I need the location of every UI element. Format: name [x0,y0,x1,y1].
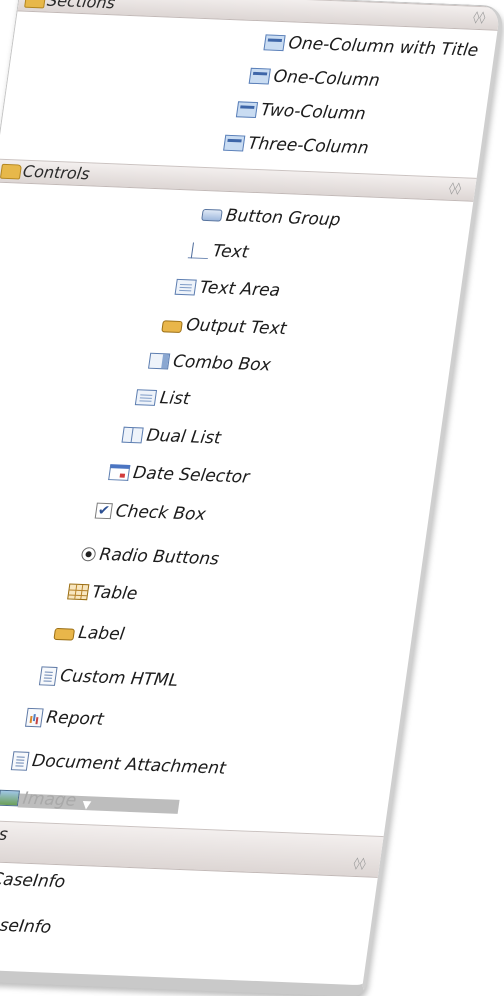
list-icon [134,389,158,406]
item-label: Button Group [224,205,342,231]
palette-item-three-column[interactable]: Three-Column [222,130,370,162]
item-label: Label [77,622,126,645]
date-selector-icon [108,464,131,481]
palette-item-caseinfo-variable[interactable]: caseInfo [0,911,53,941]
report-icon [25,707,44,727]
palette-item-date-selector[interactable]: Date Selector [107,459,251,490]
item-label: Date Selector [131,463,251,488]
table-icon [67,583,90,601]
sections-title: Sections [45,0,117,13]
label-icon [53,627,76,641]
palette-item-text[interactable]: Text [187,237,250,265]
variables-title: Variables [0,821,10,845]
item-label: List [158,388,192,410]
palette-item-custom-html[interactable]: Custom HTML [38,662,180,693]
output-text-icon [161,320,183,333]
folder-icon [24,0,47,9]
palette-item-button-group[interactable]: Button Group [200,202,342,233]
radio-button-icon [80,547,97,562]
double-chevron-icon[interactable]: ◊◊ [353,856,367,870]
item-label: Custom HTML [58,666,180,691]
document-icon [10,750,30,771]
palette-item-one-column-with-title[interactable]: One-Column with Title [263,29,480,63]
item-label: Text Area [198,277,282,301]
combo-box-icon [148,352,171,370]
palette-item-check-box[interactable]: ✔ Check Box [94,498,207,528]
item-label: Three-Column [246,133,370,159]
controls-title: Controls [21,161,91,184]
palette-item-radio-buttons[interactable]: Radio Buttons [80,541,221,572]
layout-icon [223,134,246,152]
item-label: One-Column [272,66,382,91]
folder-icon [0,163,22,180]
palette-item-one-column[interactable]: One-Column [248,63,382,94]
dual-list-icon [121,426,144,444]
item-label: Check Box [114,501,208,525]
item-label: Image [21,788,78,811]
text-area-icon [174,278,197,296]
item-label: Radio Buttons [98,544,221,570]
palette-item-label[interactable]: Label [53,619,127,648]
item-label: Text [211,241,250,263]
item-label: CaseInfo [0,869,67,893]
palette-item-two-column[interactable]: Two-Column [235,96,367,127]
double-chevron-icon[interactable]: ◊◊ [472,10,486,24]
controls-header[interactable]: Controls ◊◊ [0,158,477,202]
palette-item-combo-box[interactable]: Combo Box [147,348,272,379]
palette-item-caseinfo-input[interactable]: CaseInfo [0,866,67,896]
palette-item-document-attachment[interactable]: Document Attachment [10,747,227,781]
palette-panel: Sections ◊◊ One-Column with Title One-Co… [0,0,504,996]
item-label: Dual List [145,425,223,449]
item-label: Report [44,707,105,730]
item-label: Table [90,582,139,605]
item-label: Combo Box [171,351,273,376]
layout-icon [248,67,271,85]
item-label: Document Attachment [30,751,228,779]
palette-item-report[interactable]: Report [25,704,106,733]
item-label: One-Column with Title [287,33,480,61]
layout-icon [235,101,259,118]
checkbox-icon: ✔ [94,502,113,520]
item-label: caseInfo [0,914,53,938]
sections-header[interactable]: Sections ◊◊ [17,0,501,31]
double-chevron-icon[interactable]: ◊◊ [448,181,462,195]
button-group-icon [201,208,223,222]
palette-item-list[interactable]: List [134,384,191,412]
custom-html-icon [38,665,58,686]
image-icon [0,789,21,807]
chevron-down-icon[interactable]: ▼ [81,798,91,811]
item-label: Output Text [184,315,288,340]
palette-screenshot: Sections ◊◊ One-Column with Title One-Co… [0,0,504,996]
text-field-icon [187,242,211,260]
palette-item-text-area[interactable]: Text Area [174,274,282,304]
layout-icon [263,34,286,52]
palette-item-output-text[interactable]: Output Text [161,311,289,342]
item-label: Two-Column [259,100,367,125]
palette-item-table[interactable]: Table [66,579,139,608]
palette-item-image[interactable]: Image [0,785,78,814]
palette-item-dual-list[interactable]: Dual List [121,422,223,452]
